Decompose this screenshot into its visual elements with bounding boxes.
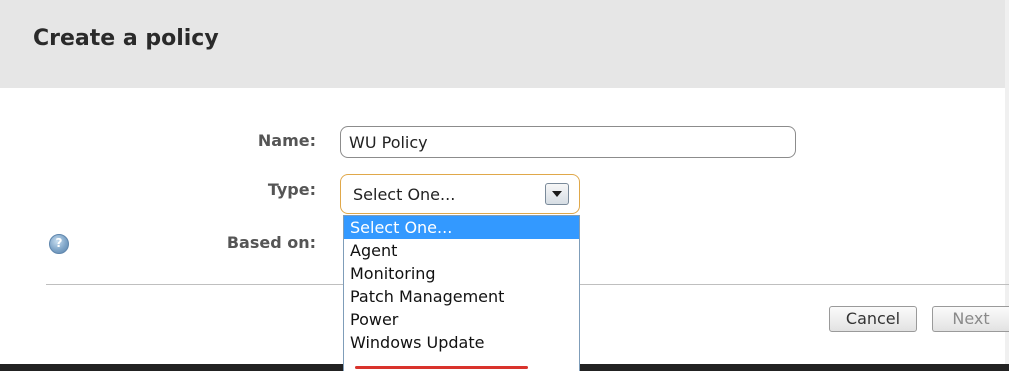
dialog-title: Create a policy (33, 26, 219, 51)
dropdown-option-power[interactable]: Power (344, 308, 579, 331)
type-select[interactable]: Select One... (340, 174, 580, 214)
help-icon[interactable]: ? (49, 234, 69, 254)
name-input[interactable]: WU Policy (340, 126, 796, 158)
dropdown-option-patch-management[interactable]: Patch Management (344, 285, 579, 308)
dropdown-option-select-one[interactable]: Select One... (344, 216, 579, 239)
type-dropdown-list: Select One... Agent Monitoring Patch Man… (343, 215, 580, 371)
dropdown-option-monitoring[interactable]: Monitoring (344, 262, 579, 285)
name-label: Name: (257, 131, 316, 150)
annotation-underline (355, 366, 528, 369)
based-on-label: Based on: (226, 233, 316, 252)
type-select-toggle[interactable] (545, 183, 569, 205)
type-label: Type: (267, 180, 316, 199)
type-select-value: Select One... (353, 185, 456, 204)
dialog-header: Create a policy (0, 0, 1009, 88)
cancel-button[interactable]: Cancel (829, 306, 917, 332)
name-input-value: WU Policy (349, 133, 428, 152)
dropdown-option-windows-update[interactable]: Windows Update (344, 331, 579, 354)
next-button[interactable]: Next (932, 306, 1009, 332)
chevron-down-icon (552, 191, 562, 197)
dropdown-option-agent[interactable]: Agent (344, 239, 579, 262)
